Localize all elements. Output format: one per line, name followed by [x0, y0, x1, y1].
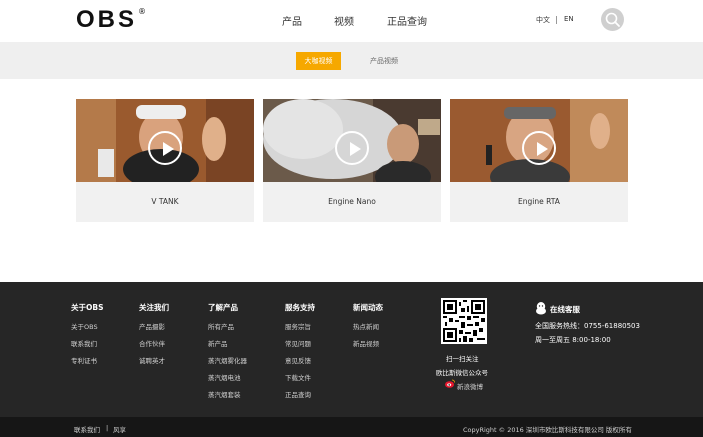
video-title: Engine RTA — [518, 197, 560, 206]
bottom-share-link[interactable]: 风享 — [113, 424, 126, 434]
service-hotline: 全国服务热线：0755-61880503 — [535, 322, 640, 330]
copyright-text: CopyRight © 2016 深圳市欧比斯科技有限公司 版权所有 — [463, 426, 632, 434]
tab-product-videos[interactable]: 产品视频 — [370, 52, 398, 70]
video-card[interactable]: Engine RTA — [450, 99, 628, 222]
footer-link[interactable]: 合作伙伴 — [139, 338, 165, 348]
footer-col-title: 关注我们 — [139, 303, 169, 312]
qr-caption: 扫一扫关注 — [446, 355, 479, 363]
footer-link[interactable]: 服务宗旨 — [285, 321, 311, 331]
nav-videos[interactable]: 视频 — [334, 13, 354, 28]
footer-col-title: 服务支持 — [285, 303, 315, 312]
footer-link[interactable]: 正品查询 — [285, 389, 311, 399]
footer-link[interactable]: 热点新闻 — [353, 321, 379, 331]
footer-link[interactable]: 诚聘英才 — [139, 355, 165, 365]
weibo-link[interactable]: 新浪微博 — [457, 381, 483, 391]
lang-chinese[interactable]: 中文 — [536, 15, 550, 25]
lang-english[interactable]: EN — [564, 15, 574, 23]
search-icon — [605, 12, 620, 27]
wechat-qr-code — [441, 298, 487, 344]
site-footer — [0, 282, 703, 417]
video-thumbnail[interactable] — [263, 99, 441, 182]
footer-col-title: 关于OBS — [71, 303, 104, 312]
footer-col-title: 新闻动态 — [353, 303, 383, 312]
video-thumbnail[interactable] — [450, 99, 628, 182]
bottom-separator: | — [106, 424, 109, 432]
bottom-contact-link[interactable]: 联系我们 — [74, 424, 100, 434]
service-hours: 周一至周五 8:00-18:00 — [535, 336, 611, 344]
footer-link[interactable]: 下载文件 — [285, 372, 311, 382]
nav-products[interactable]: 产品 — [282, 13, 302, 28]
online-service-title[interactable]: 在线客服 — [550, 304, 580, 315]
footer-link[interactable]: 蒸汽烟雾化器 — [208, 355, 247, 365]
video-card[interactable]: Engine Nano — [263, 99, 441, 222]
qq-icon[interactable] — [535, 302, 547, 315]
weibo-icon[interactable] — [445, 379, 455, 388]
footer-link[interactable]: 专利证书 — [71, 355, 97, 365]
search-button[interactable] — [601, 8, 624, 31]
footer-link[interactable]: 新产品 — [208, 338, 228, 348]
footer-link[interactable]: 产品摄影 — [139, 321, 165, 331]
video-title: V TANK — [151, 197, 179, 206]
qr-subcaption: 欧比斯微信公众号 — [436, 369, 488, 377]
footer-link[interactable]: 所有产品 — [208, 321, 234, 331]
video-card[interactable]: V TANK — [76, 99, 254, 222]
lang-divider — [556, 16, 557, 24]
video-tab-bar — [0, 42, 703, 79]
footer-link[interactable]: 意见反馈 — [285, 355, 311, 365]
video-thumbnail[interactable] — [76, 99, 254, 182]
play-icon[interactable] — [148, 131, 182, 165]
tab-celebrity-videos[interactable]: 大咖视频 — [296, 52, 341, 70]
obs-logo[interactable]: OBS ® — [76, 7, 146, 33]
footer-link[interactable]: 常见问题 — [285, 338, 311, 348]
play-icon[interactable] — [522, 131, 556, 165]
video-title: Engine Nano — [328, 197, 376, 206]
footer-link[interactable]: 蒸汽烟电池 — [208, 372, 241, 382]
footer-col-title: 了解产品 — [208, 303, 238, 312]
footer-link[interactable]: 新品视频 — [353, 338, 379, 348]
nav-authenticity[interactable]: 正品查询 — [387, 13, 427, 28]
footer-link[interactable]: 关于OBS — [71, 321, 98, 331]
footer-link[interactable]: 联系我们 — [71, 338, 97, 348]
footer-link[interactable]: 蒸汽烟套装 — [208, 389, 241, 399]
play-icon[interactable] — [335, 131, 369, 165]
